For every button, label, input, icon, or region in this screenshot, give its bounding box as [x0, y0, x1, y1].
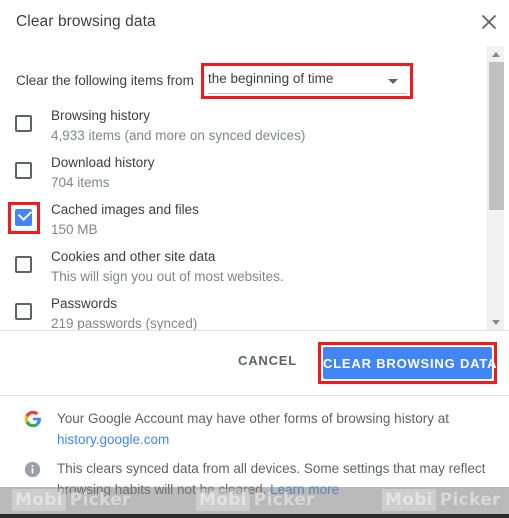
cancel-button[interactable]: CANCEL — [238, 353, 297, 368]
watermark-brand-second: Picker — [253, 490, 315, 510]
vertical-scrollbar[interactable] — [487, 46, 504, 330]
checkbox-cookies-and-other-site-data[interactable] — [15, 256, 32, 273]
watermark-logo: Mobi Picker — [382, 489, 501, 511]
list-item-subtitle: 219 passwords (synced) — [51, 316, 198, 330]
checkbox-browsing-history[interactable] — [15, 115, 32, 132]
checkbox-cached-images-and-files[interactable] — [15, 206, 33, 226]
list-item-title: Cached images and files — [51, 202, 199, 217]
watermark-brand-first: Mobi — [196, 489, 250, 511]
watermark-brand-second: Picker — [69, 490, 131, 510]
google-g-logo-icon — [24, 410, 42, 428]
list-item-subtitle: 150 MB — [51, 222, 98, 237]
list-item-title: Download history — [51, 155, 155, 170]
time-range-selected-value: the beginning of time — [208, 71, 334, 86]
list-item-subtitle: This will sign you out of most websites. — [51, 269, 284, 284]
dialog-scroll-area: Clear the following items from the begin… — [0, 46, 509, 330]
list-item[interactable]: Passwords 219 passwords (synced) — [0, 292, 480, 330]
google-account-notice-text: Your Google Account may have other forms… — [57, 408, 487, 450]
history-google-com-link[interactable]: history.google.com — [57, 432, 169, 447]
bottom-edge-strip — [0, 514, 509, 518]
list-item-title: Cookies and other site data — [51, 249, 216, 264]
scroll-up-arrow-icon[interactable] — [488, 46, 505, 62]
watermark-brand-first: Mobi — [382, 489, 436, 511]
clear-browsing-data-dialog: Clear browsing data Clear the following … — [0, 0, 509, 518]
list-item-title: Passwords — [51, 296, 118, 311]
chevron-down-icon — [388, 79, 398, 84]
dialog-header: Clear browsing data — [0, 0, 509, 46]
list-item-subtitle: 4,933 items (and more on synced devices) — [51, 128, 306, 143]
watermark-band: Mobi Picker Mobi Picker Mobi Picker — [0, 487, 509, 514]
list-item[interactable]: Download history 704 items — [0, 151, 480, 198]
info-circle-icon — [24, 461, 41, 478]
time-range-row: Clear the following items from the begin… — [0, 62, 480, 102]
list-item[interactable]: Browsing history 4,933 items (and more o… — [0, 104, 480, 151]
google-notice-line: Your Google Account may have other forms… — [57, 411, 449, 426]
list-item[interactable]: Cookies and other site data This will si… — [0, 245, 480, 292]
list-item-subtitle: 704 items — [51, 175, 110, 190]
data-type-list: Browsing history 4,933 items (and more o… — [0, 104, 480, 330]
list-item-title: Browsing history — [51, 108, 151, 123]
time-range-select[interactable]: the beginning of time — [208, 70, 406, 94]
scroll-down-arrow-icon[interactable] — [488, 314, 505, 330]
clear-browsing-data-button-label: CLEAR BROWSING DATA — [323, 356, 498, 371]
clear-browsing-data-button[interactable]: CLEAR BROWSING DATA — [323, 347, 498, 379]
watermark-logo: Mobi Picker — [196, 489, 315, 511]
watermark-logo: Mobi Picker — [12, 489, 131, 511]
time-range-label: Clear the following items from — [16, 73, 194, 88]
watermark-brand-first: Mobi — [12, 489, 66, 511]
page-title: Clear browsing data — [16, 13, 156, 30]
checkbox-passwords[interactable] — [15, 303, 32, 320]
scrollbar-thumb[interactable] — [489, 62, 504, 210]
list-item[interactable]: Cached images and files 150 MB — [0, 198, 480, 245]
close-icon[interactable] — [477, 10, 501, 34]
checkbox-download-history[interactable] — [15, 162, 32, 179]
watermark-brand-second: Picker — [439, 490, 501, 510]
